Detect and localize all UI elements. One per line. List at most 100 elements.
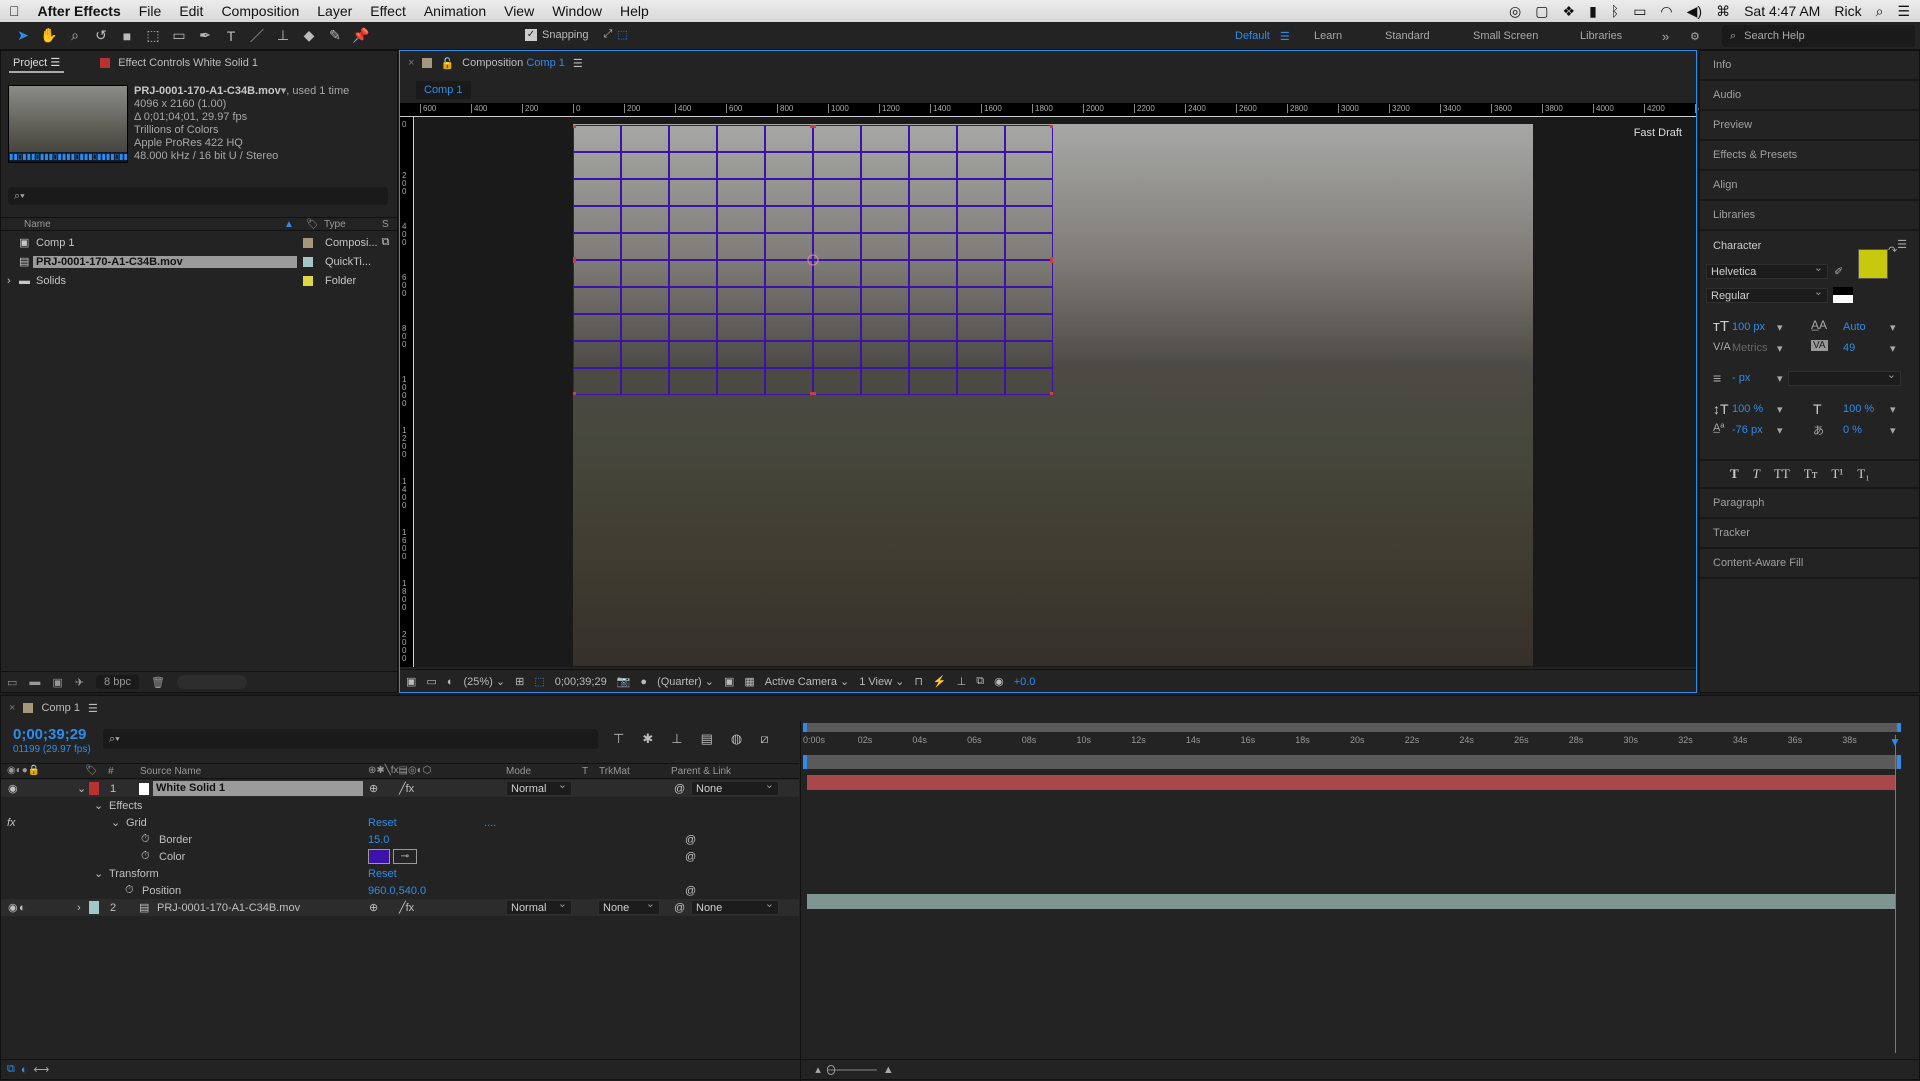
parent-dropdown[interactable]: None	[691, 897, 779, 915]
expression-pickwhip-icon[interactable]: @	[685, 834, 696, 846]
pickwhip-icon[interactable]: @	[674, 783, 685, 795]
property-group-effects[interactable]: ⌄ Effects	[1, 797, 799, 814]
creative-cloud-icon[interactable]: ◎	[1509, 3, 1521, 20]
stroke-width-value[interactable]: - px	[1732, 372, 1750, 384]
menu-layer[interactable]: Layer	[308, 3, 361, 19]
mask-visibility-icon[interactable]: ◐	[447, 676, 454, 688]
panel-preview[interactable]: Preview	[1700, 111, 1919, 141]
column-source-name[interactable]: Source Name	[140, 766, 201, 777]
swap-colors-icon[interactable]: ↷	[1888, 244, 1897, 257]
label-swatch[interactable]	[303, 256, 313, 267]
subscript-button[interactable]: T₁	[1857, 466, 1869, 482]
faux-italic-button[interactable]: T	[1753, 466, 1760, 482]
camera-dropdown[interactable]: Active Camera ⌄	[765, 675, 849, 688]
tracking-dropdown-icon[interactable]: ▾	[1890, 342, 1896, 355]
zoom-out-icon[interactable]: ▴	[815, 1063, 821, 1076]
region-of-interest-icon[interactable]: ▣	[724, 675, 734, 688]
label-column-icon[interactable]: 🏷	[306, 219, 324, 230]
layer-row[interactable]: ◉ ⌄ 1 White Solid 1 ⊕ ╱fx Normal @ None	[1, 778, 799, 797]
small-caps-button[interactable]: Tт	[1804, 466, 1818, 482]
shy-layers-icon[interactable]: ⊥	[671, 731, 682, 747]
timeline-tab-label[interactable]: Comp 1	[41, 702, 80, 714]
display-icon[interactable]: ▭	[426, 675, 436, 688]
stroke-width-dropdown-icon[interactable]: ▾	[1777, 372, 1783, 385]
zoom-in-icon[interactable]: ▲	[883, 1064, 894, 1076]
mode-dropdown[interactable]: Normal	[506, 778, 572, 796]
bounding-box-handle[interactable]	[573, 125, 576, 128]
leading-value[interactable]: Auto	[1843, 321, 1866, 333]
horizontal-ruler[interactable]: 600 400 200 0 200 400 600 800 1000 1200 1400 1600 18…	[400, 103, 1716, 117]
panel-menu-icon[interactable]: ☰	[88, 702, 98, 715]
font-size-value[interactable]: 100 px	[1732, 321, 1765, 333]
menu-window[interactable]: Window	[543, 3, 611, 19]
exposure-reset-icon[interactable]: ◉	[994, 675, 1004, 688]
character-title[interactable]: Character	[1713, 240, 1761, 252]
selection-tool-icon[interactable]: ➤	[12, 25, 34, 47]
close-tab-icon[interactable]: ×	[408, 57, 414, 69]
time-graph[interactable]: 0:00s 02s 04s 06s 08s 10s 12s 14s 16s 18s 20s 22s 24…	[803, 723, 1901, 1053]
menu-view[interactable]: View	[495, 3, 543, 19]
menu-help[interactable]: Help	[611, 3, 658, 19]
tsume-dropdown-icon[interactable]: ▾	[1890, 424, 1896, 437]
pixel-aspect-icon[interactable]: ⊓	[914, 675, 923, 688]
menu-composition[interactable]: Composition	[212, 3, 308, 19]
panel-align[interactable]: Align	[1700, 171, 1919, 201]
tab-effect-controls[interactable]: Effect Controls White Solid 1	[118, 57, 258, 69]
brush-tool-icon[interactable]: ／	[246, 25, 268, 47]
comp-tab-label[interactable]: Composition Comp 1	[462, 57, 565, 69]
panel-tracker[interactable]: Tracker	[1700, 519, 1919, 549]
project-item[interactable]: ▤ PRJ-0001-170-A1-C34B.mov QuickTi...	[1, 252, 397, 271]
hand-tool-icon[interactable]: ✋	[38, 25, 60, 47]
all-caps-button[interactable]: TT	[1774, 466, 1790, 482]
screen-icon[interactable]: ▢	[1535, 3, 1548, 20]
layer-row[interactable]: ◉ ◐ › 2 ▤ PRJ-0001-170-A1-C34B.mov ⊕ ╱fx…	[1, 897, 799, 916]
resolution-dropdown[interactable]: (Quarter) ⌄	[657, 675, 714, 688]
layer-name[interactable]: PRJ-0001-170-A1-C34B.mov	[157, 902, 300, 914]
eyedropper-icon[interactable]: ✐	[1834, 265, 1843, 278]
property-row[interactable]: ⏱ Border 15.0 @	[1, 831, 799, 848]
snap-extend-icon[interactable]: ⤢	[604, 28, 613, 41]
dropbox-icon[interactable]: ❖	[1563, 3, 1576, 20]
property-group-transform[interactable]: ⌄ Transform Reset	[1, 865, 799, 882]
menu-animation[interactable]: Animation	[415, 3, 495, 19]
workspace-settings-icon[interactable]: ⚙	[1690, 22, 1700, 50]
stopwatch-icon[interactable]: ⏱	[125, 884, 134, 897]
notification-center-icon[interactable]: ☰	[1897, 3, 1910, 20]
workspace-small-screen[interactable]: Small Screen	[1473, 22, 1538, 50]
navigator-bar[interactable]	[803, 723, 1901, 732]
property-row[interactable]: ⏱ Position 960.0,540.0 @	[1, 882, 799, 899]
reset-transform-button[interactable]: Reset	[368, 868, 397, 880]
time-ruler[interactable]: 0:00s 02s 04s 06s 08s 10s 12s 14s 16s 18s 20s 22s 24…	[803, 735, 1901, 753]
always-preview-icon[interactable]: ▣	[406, 675, 416, 688]
comp-flowchart-icon[interactable]: ⊤	[613, 731, 624, 747]
grid-effect-overlay[interactable]	[573, 125, 1053, 395]
expand-chevron-icon[interactable]: ›	[77, 902, 81, 914]
camera-tool-icon[interactable]: ■	[116, 25, 138, 47]
layer-duration-bar[interactable]	[807, 894, 1895, 909]
vertical-scale-value[interactable]: 100 %	[1732, 403, 1763, 415]
column-parent[interactable]: Parent & Link	[671, 766, 731, 777]
magnification-dropdown[interactable]: (25%) ⌄	[463, 675, 505, 688]
exposure-value[interactable]: +0.0	[1014, 676, 1036, 688]
effect-options-button[interactable]: ....	[484, 817, 496, 829]
current-time[interactable]: 0;00;39;29	[13, 726, 86, 743]
reset-grid-button[interactable]: Reset	[368, 817, 397, 829]
expression-pickwhip-icon[interactable]: @	[685, 851, 696, 863]
panel-menu-icon[interactable]: ☰	[1897, 238, 1907, 251]
horizontal-scale-value[interactable]: 100 %	[1843, 403, 1874, 415]
collapse-chevron-icon[interactable]: ⌄	[94, 799, 103, 812]
panel-info[interactable]: Info	[1700, 51, 1919, 81]
project-item[interactable]: › ▬ Solids Folder	[1, 271, 397, 290]
battery-icon[interactable]: ▮	[1589, 3, 1597, 20]
menu-effect[interactable]: Effect	[361, 3, 415, 19]
more-workspaces-icon[interactable]: »	[1662, 22, 1669, 50]
comp-breadcrumb[interactable]: Comp 1	[416, 81, 471, 99]
tracking-value[interactable]: 49	[1843, 342, 1855, 354]
snapshot-icon[interactable]: 📷	[617, 675, 631, 688]
workspace-default[interactable]: Default ☰	[1235, 22, 1290, 50]
bounding-box-handle[interactable]	[1050, 392, 1053, 395]
user-name[interactable]: Rick	[1834, 3, 1861, 19]
stroke-style-dropdown[interactable]	[1788, 368, 1901, 386]
video-toggle-icon[interactable]: ◉	[8, 901, 18, 914]
font-family-dropdown[interactable]: Helvetica	[1706, 261, 1828, 279]
